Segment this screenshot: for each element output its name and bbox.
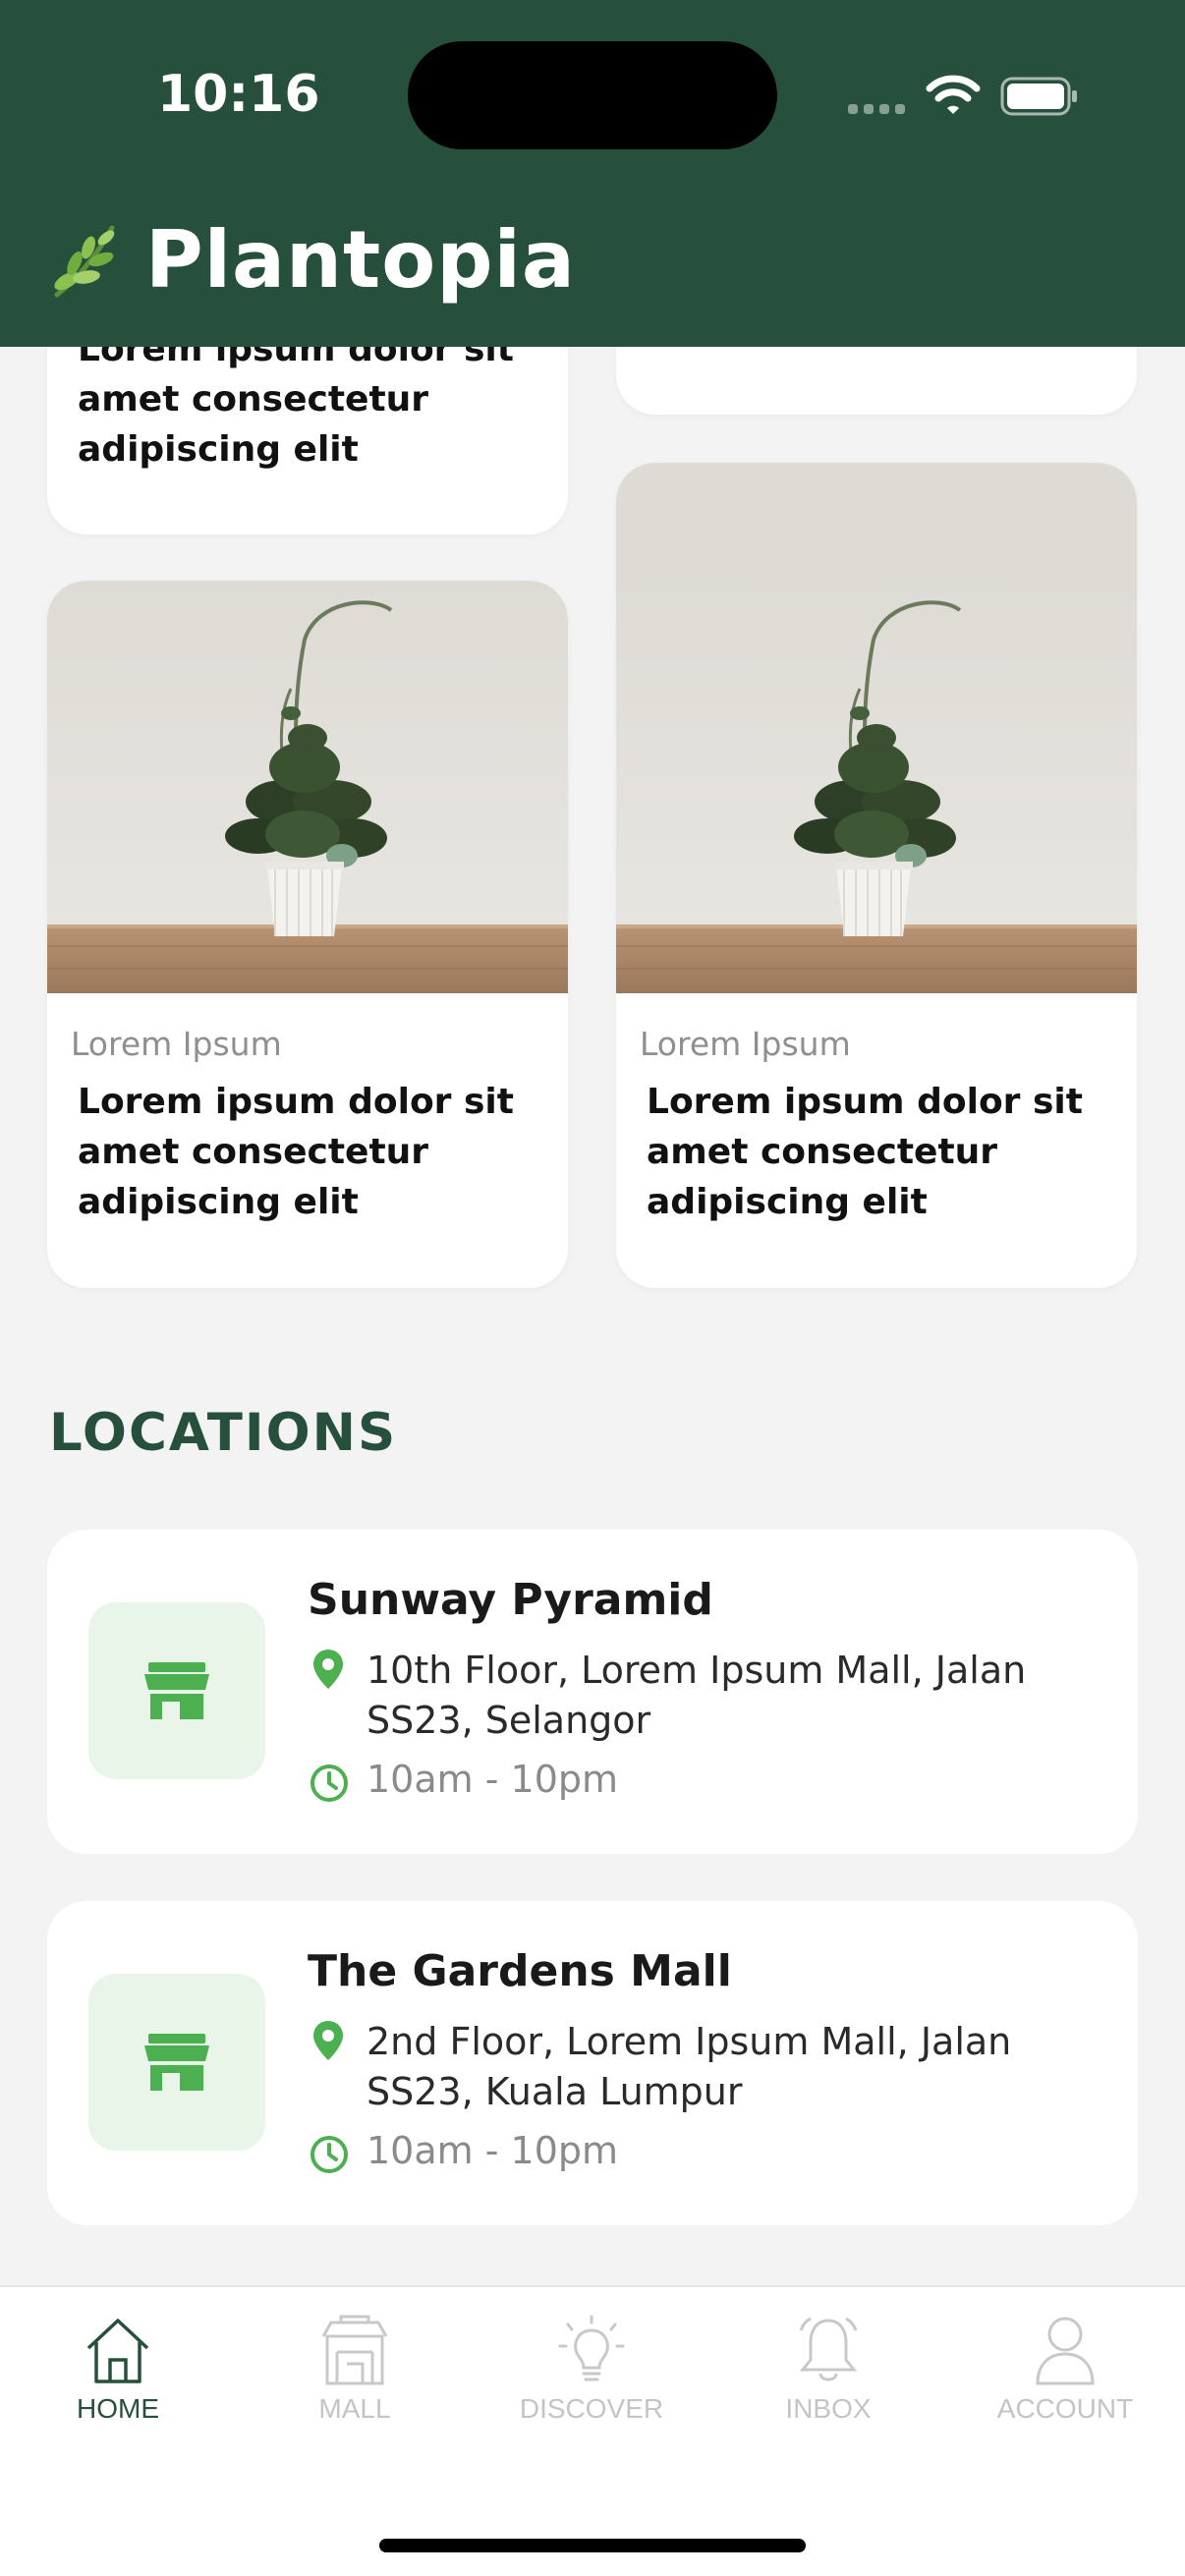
tab-mall[interactable]: MALL bbox=[256, 2313, 453, 2440]
location-hours: 10am - 10pm bbox=[367, 2129, 619, 2172]
clock-icon bbox=[310, 2136, 348, 2173]
app-title: Plantopia bbox=[145, 214, 576, 306]
cellular-signal-icon bbox=[848, 104, 905, 114]
map-pin-icon bbox=[313, 1650, 343, 1689]
home-icon bbox=[86, 2319, 149, 2383]
tab-account[interactable]: ACCOUNT bbox=[967, 2313, 1163, 2440]
product-title: Lorem ipsum dolor sit amet consectetur a… bbox=[78, 1082, 514, 1222]
user-icon bbox=[1036, 2317, 1095, 2385]
app-screen: Lorem ipsum dolor sit amet consectetur a… bbox=[0, 0, 1185, 2576]
product-title: Lorem ipsum dolor sit amet consectetur a… bbox=[647, 1082, 1083, 1222]
bottom-tab-bar: HOME MALL DISCOVER INBOX ACCOUNT bbox=[0, 2285, 1185, 2576]
location-card[interactable]: The Gardens Mall 2nd Floor, Lorem Ipsum … bbox=[47, 1901, 1138, 2225]
herb-icon bbox=[54, 225, 115, 297]
battery-icon bbox=[1000, 77, 1077, 116]
app-brand: Plantopia bbox=[47, 214, 576, 306]
dynamic-island bbox=[408, 41, 777, 149]
tab-label: ACCOUNT bbox=[996, 2393, 1134, 2424]
clock-icon bbox=[310, 1764, 348, 1802]
tab-inbox[interactable]: INBOX bbox=[730, 2313, 927, 2440]
store-icon bbox=[88, 1974, 265, 2151]
map-pin-icon bbox=[313, 2021, 343, 2060]
app-header: 10:16 Plantopia bbox=[0, 0, 1185, 347]
location-card[interactable]: Sunway Pyramid 10th Floor, Lorem Ipsum M… bbox=[47, 1530, 1138, 1854]
locations-heading: LOCATIONS bbox=[49, 1403, 398, 1463]
location-hours: 10am - 10pm bbox=[367, 1758, 619, 1801]
location-name: Sunway Pyramid bbox=[308, 1575, 713, 1625]
product-card[interactable]: Lorem Ipsum Lorem ipsum dolor sit amet c… bbox=[616, 463, 1137, 1288]
tab-label: HOME bbox=[77, 2393, 159, 2424]
location-address: 10th Floor, Lorem Ipsum Mall, Jalan SS23… bbox=[367, 1649, 1027, 1742]
status-time: 10:16 bbox=[157, 65, 320, 124]
product-image bbox=[616, 463, 1137, 993]
mall-icon bbox=[321, 2315, 388, 2385]
tab-label: DISCOVER bbox=[519, 2393, 664, 2424]
tab-label: INBOX bbox=[785, 2393, 872, 2424]
tab-label: MALL bbox=[318, 2393, 391, 2424]
wifi-icon bbox=[926, 75, 981, 114]
product-category: Lorem Ipsum bbox=[71, 1025, 282, 1063]
product-card[interactable]: Lorem Ipsum Lorem ipsum dolor sit amet c… bbox=[47, 581, 568, 1288]
tab-discover[interactable]: DISCOVER bbox=[493, 2313, 690, 2440]
location-name: The Gardens Mall bbox=[308, 1946, 732, 1996]
tab-home[interactable]: HOME bbox=[20, 2313, 216, 2440]
product-category: Lorem Ipsum bbox=[640, 1025, 851, 1063]
location-address: 2nd Floor, Lorem Ipsum Mall, Jalan SS23,… bbox=[367, 2020, 1012, 2113]
lightbulb-icon bbox=[558, 2315, 625, 2381]
bell-icon bbox=[799, 2317, 858, 2381]
product-image bbox=[47, 581, 568, 993]
store-icon bbox=[88, 1602, 265, 1779]
home-indicator bbox=[379, 2539, 806, 2552]
